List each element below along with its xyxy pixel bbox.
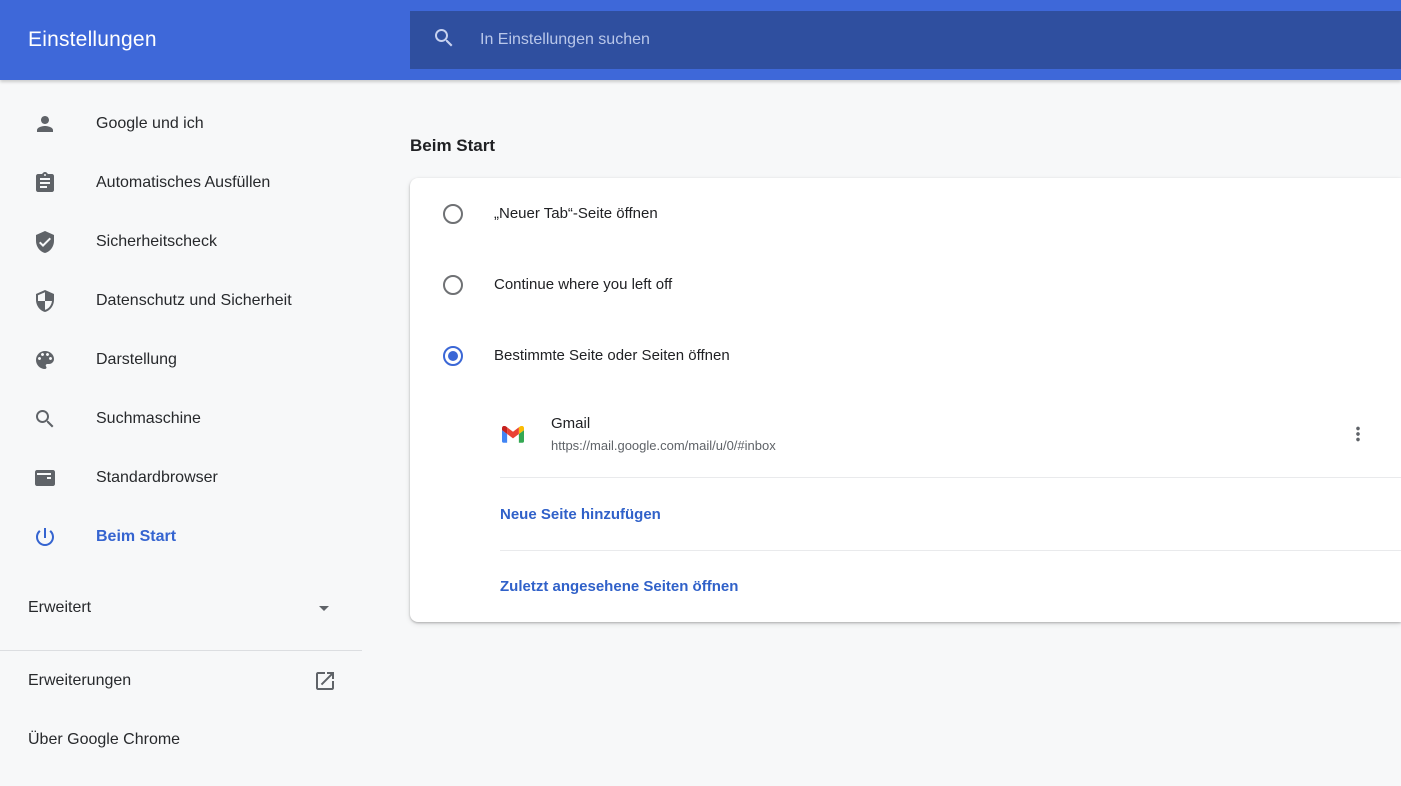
power-icon	[33, 525, 57, 549]
sidebar-item-about-chrome[interactable]: Über Google Chrome	[0, 710, 410, 769]
sidebar-item-label: Datenschutz und Sicherheit	[96, 292, 292, 310]
about-label: Über Google Chrome	[28, 731, 180, 749]
clipboard-icon	[33, 171, 57, 195]
settings-search-input[interactable]	[480, 31, 1401, 49]
search-icon	[33, 407, 57, 431]
sidebar-item-label: Standardbrowser	[96, 469, 218, 487]
sidebar-item-default-browser[interactable]: Standardbrowser	[0, 448, 410, 507]
radio-button-selected-icon[interactable]	[443, 346, 463, 366]
browser-window-icon	[33, 466, 57, 490]
chevron-down-icon	[312, 596, 336, 620]
use-current-pages-link[interactable]: Zuletzt angesehene Seiten öffnen	[500, 578, 738, 595]
sidebar-item-autofill[interactable]: Automatisches Ausfüllen	[0, 153, 410, 212]
sidebar-item-extensions[interactable]: Erweiterungen	[0, 651, 410, 710]
sidebar-item-label: Automatisches Ausfüllen	[96, 174, 270, 192]
radio-label: Bestimmte Seite oder Seiten öffnen	[494, 347, 730, 364]
startup-page-row: Gmail https://mail.google.com/mail/u/0/#…	[410, 391, 1401, 477]
palette-icon	[33, 348, 57, 372]
external-link-icon	[313, 669, 337, 693]
sidebar-item-label: Sicherheitscheck	[96, 233, 217, 251]
gmail-favicon-icon	[502, 426, 524, 443]
add-new-page-row[interactable]: Neue Seite hinzufügen	[410, 478, 1401, 550]
radio-open-specific-pages[interactable]: Bestimmte Seite oder Seiten öffnen	[410, 320, 1401, 391]
add-new-page-link[interactable]: Neue Seite hinzufügen	[500, 506, 661, 523]
startup-page-url: https://mail.google.com/mail/u/0/#inbox	[551, 438, 776, 453]
search-icon	[432, 26, 456, 55]
radio-continue-where-left-off[interactable]: Continue where you left off	[410, 249, 1401, 320]
main-content: Beim Start „Neuer Tab“-Seite öffnen Cont…	[410, 80, 1401, 786]
sidebar-item-appearance[interactable]: Darstellung	[0, 330, 410, 389]
sidebar-item-label: Suchmaschine	[96, 410, 201, 428]
sidebar: Google und ich Automatisches Ausfüllen S…	[0, 80, 410, 769]
radio-label: „Neuer Tab“-Seite öffnen	[494, 205, 658, 222]
startup-page-info: Gmail https://mail.google.com/mail/u/0/#…	[551, 415, 776, 453]
sidebar-item-label: Beim Start	[96, 528, 176, 546]
shield-check-icon	[33, 230, 57, 254]
page-title: Einstellungen	[28, 0, 157, 80]
use-current-pages-row[interactable]: Zuletzt angesehene Seiten öffnen	[410, 551, 1401, 622]
sidebar-item-label: Google und ich	[96, 115, 204, 133]
search-box[interactable]	[410, 11, 1401, 69]
on-startup-card: „Neuer Tab“-Seite öffnen Continue where …	[410, 178, 1401, 622]
sidebar-item-on-startup[interactable]: Beim Start	[0, 507, 410, 566]
person-icon	[33, 112, 57, 136]
radio-button-icon[interactable]	[443, 275, 463, 295]
settings-header: Einstellungen	[0, 0, 1401, 80]
kebab-menu-icon	[1347, 423, 1369, 445]
sidebar-item-label: Darstellung	[96, 351, 177, 369]
more-actions-button[interactable]	[1340, 416, 1376, 452]
sidebar-item-google-und-ich[interactable]: Google und ich	[0, 94, 410, 153]
sidebar-item-privacy-security[interactable]: Datenschutz und Sicherheit	[0, 271, 410, 330]
sidebar-item-safety-check[interactable]: Sicherheitscheck	[0, 212, 410, 271]
advanced-label: Erweitert	[28, 599, 91, 617]
sidebar-advanced-toggle[interactable]: Erweitert	[0, 578, 410, 637]
radio-label: Continue where you left off	[494, 276, 672, 293]
shield-half-icon	[33, 289, 57, 313]
section-title: Beim Start	[410, 136, 495, 156]
radio-open-new-tab-page[interactable]: „Neuer Tab“-Seite öffnen	[410, 178, 1401, 249]
startup-page-title: Gmail	[551, 415, 776, 432]
extensions-label: Erweiterungen	[28, 672, 131, 690]
radio-button-icon[interactable]	[443, 204, 463, 224]
sidebar-item-search-engine[interactable]: Suchmaschine	[0, 389, 410, 448]
